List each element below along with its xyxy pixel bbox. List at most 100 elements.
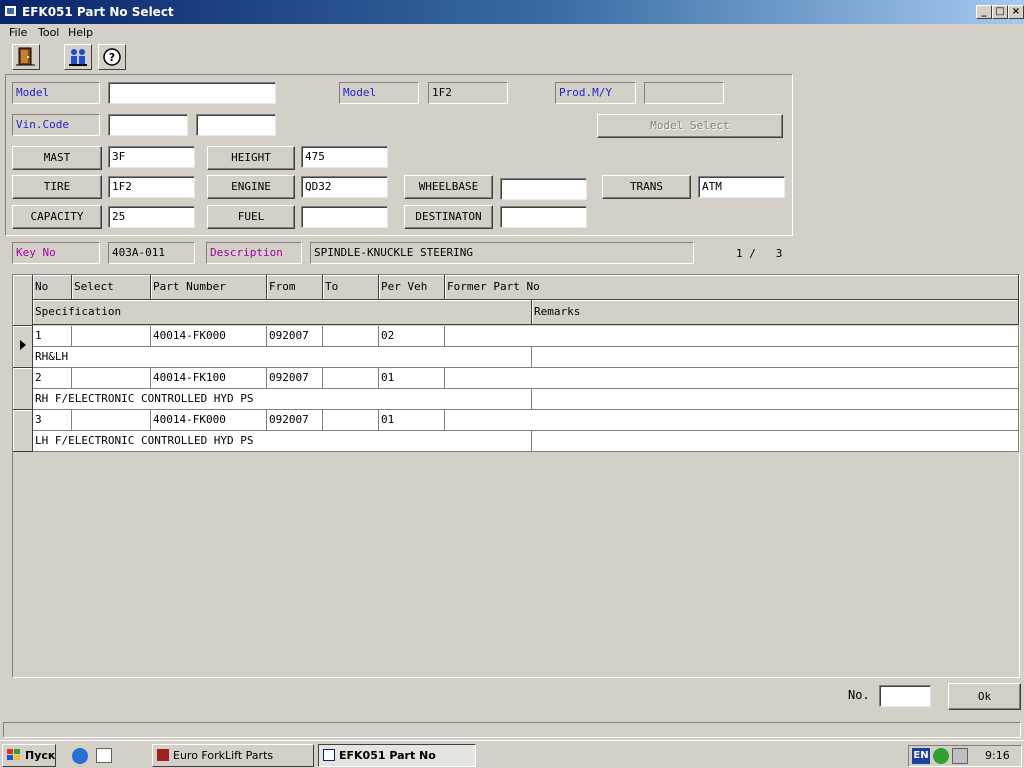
row-1-no[interactable]: 1: [33, 326, 72, 347]
row-1-specification[interactable]: RH&LH: [33, 347, 532, 368]
row-1-per-veh[interactable]: 02: [379, 326, 445, 347]
fuel-button[interactable]: FUEL: [207, 205, 295, 229]
row-2-part-number[interactable]: 40014-FK100: [151, 368, 267, 389]
users-button[interactable]: [64, 44, 92, 70]
col-header-select[interactable]: Select: [72, 275, 151, 300]
col-header-remarks[interactable]: Remarks: [532, 300, 1019, 325]
parts-grid[interactable]: No Select Part Number From To Per Veh Fo…: [12, 274, 1020, 678]
menu-help[interactable]: Help: [68, 26, 93, 39]
row-indicator[interactable]: [13, 410, 33, 452]
clock[interactable]: 9:16: [985, 749, 1010, 762]
col-header-per-veh[interactable]: Per Veh: [379, 275, 445, 300]
col-header-from[interactable]: From: [267, 275, 323, 300]
menu-file[interactable]: File: [9, 26, 27, 39]
internet-explorer-icon[interactable]: [72, 748, 88, 764]
fuel-input[interactable]: [301, 206, 388, 228]
maximize-button[interactable]: □: [992, 5, 1008, 19]
row-indicator[interactable]: [13, 368, 33, 410]
engine-button[interactable]: ENGINE: [207, 175, 295, 199]
row-3-to[interactable]: [323, 410, 379, 431]
model2-value: 1F2: [428, 82, 508, 104]
exit-button[interactable]: [12, 44, 40, 70]
vin-code-label: Vin.Code: [12, 114, 100, 136]
no-input[interactable]: [879, 685, 931, 707]
mast-input[interactable]: 3F: [108, 146, 195, 168]
row-1-from[interactable]: 092007: [267, 326, 323, 347]
row-2-remarks[interactable]: [532, 389, 1019, 410]
row-2-specification[interactable]: RH F/ELECTRONIC CONTROLLED HYD PS: [33, 389, 532, 410]
catalog-app-icon: [157, 749, 169, 761]
menu-bar: File Tool Help: [0, 24, 1024, 42]
key-no-label: Key No: [12, 242, 100, 264]
prod-my-value: [644, 82, 724, 104]
printer-icon[interactable]: [952, 748, 968, 764]
destination-input[interactable]: [500, 206, 587, 228]
height-input[interactable]: 475: [301, 146, 388, 168]
prod-my-label: Prod.M/Y: [555, 82, 636, 104]
engine-input[interactable]: QD32: [301, 176, 388, 198]
col-header-to[interactable]: To: [323, 275, 379, 300]
wheelbase-button[interactable]: WHEELBASE: [404, 175, 493, 199]
row-3-remarks[interactable]: [532, 431, 1019, 452]
users-icon: [69, 49, 87, 66]
row-2-no[interactable]: 2: [33, 368, 72, 389]
wheelbase-input[interactable]: [500, 178, 587, 200]
language-indicator[interactable]: EN: [912, 748, 930, 764]
tire-input[interactable]: 1F2: [108, 176, 195, 198]
row-3-former-part-no[interactable]: [445, 410, 1019, 431]
key-no-value: 403A-011: [108, 242, 195, 264]
description-label: Description: [206, 242, 302, 264]
help-question-icon: ?: [103, 48, 121, 66]
mast-button[interactable]: MAST: [12, 146, 102, 170]
start-button[interactable]: Пуск: [2, 744, 56, 767]
vin-code-input-2[interactable]: [196, 114, 276, 136]
taskbar-item-catalog[interactable]: Euro ForkLift Parts Catalog: [152, 744, 314, 767]
row-2-to[interactable]: [323, 368, 379, 389]
model-label: Model: [12, 82, 100, 104]
height-button[interactable]: HEIGHT: [207, 146, 295, 170]
capacity-button[interactable]: CAPACITY: [12, 205, 102, 229]
row-3-no[interactable]: 3: [33, 410, 72, 431]
row-3-from[interactable]: 092007: [267, 410, 323, 431]
col-header-no[interactable]: No: [33, 275, 72, 300]
row-indicator[interactable]: [13, 326, 33, 368]
trans-input[interactable]: ATM: [698, 176, 785, 198]
close-button[interactable]: ×: [1008, 5, 1024, 19]
row-1-former-part-no[interactable]: [445, 326, 1019, 347]
menu-tool[interactable]: Tool: [38, 26, 59, 39]
destination-button[interactable]: DESTINATON: [404, 205, 493, 229]
row-1-select[interactable]: [72, 326, 151, 347]
row-2-per-veh[interactable]: 01: [379, 368, 445, 389]
network-icon[interactable]: [933, 748, 949, 764]
notepad-icon[interactable]: [96, 748, 112, 763]
row-3-per-veh[interactable]: 01: [379, 410, 445, 431]
capacity-input[interactable]: 25: [108, 206, 195, 228]
taskbar-item-part-no-select[interactable]: EFK051 Part No Select: [318, 744, 476, 767]
system-tray: EN 9:16: [908, 745, 1022, 767]
row-2-from[interactable]: 092007: [267, 368, 323, 389]
row-3-select[interactable]: [72, 410, 151, 431]
col-header-part-number[interactable]: Part Number: [151, 275, 267, 300]
minimize-button[interactable]: _: [976, 5, 992, 19]
col-header-specification[interactable]: Specification: [33, 300, 532, 325]
current-row-arrow-icon: [20, 340, 26, 350]
no-label: No.: [848, 688, 870, 702]
trans-button[interactable]: TRANS: [602, 175, 691, 199]
tire-button[interactable]: TIRE: [12, 175, 102, 199]
status-bar: [3, 722, 1021, 738]
row-1-part-number[interactable]: 40014-FK000: [151, 326, 267, 347]
taskbar: Пуск Euro ForkLift Parts Catalog EFK051 …: [0, 740, 1024, 768]
row-2-former-part-no[interactable]: [445, 368, 1019, 389]
model-input[interactable]: [108, 82, 276, 104]
row-3-part-number[interactable]: 40014-FK000: [151, 410, 267, 431]
row-1-remarks[interactable]: [532, 347, 1019, 368]
row-2-select[interactable]: [72, 368, 151, 389]
col-header-former-part-no[interactable]: Former Part No: [445, 275, 1019, 300]
help-button[interactable]: ?: [98, 44, 126, 70]
vin-code-input-1[interactable]: [108, 114, 188, 136]
row-3-specification[interactable]: LH F/ELECTRONIC CONTROLLED HYD PS: [33, 431, 532, 452]
ok-button[interactable]: Ok: [948, 683, 1021, 710]
taskbar-item-label: Euro ForkLift Parts Catalog: [173, 749, 274, 762]
row-1-to[interactable]: [323, 326, 379, 347]
model-select-button[interactable]: Model Select: [597, 114, 783, 138]
